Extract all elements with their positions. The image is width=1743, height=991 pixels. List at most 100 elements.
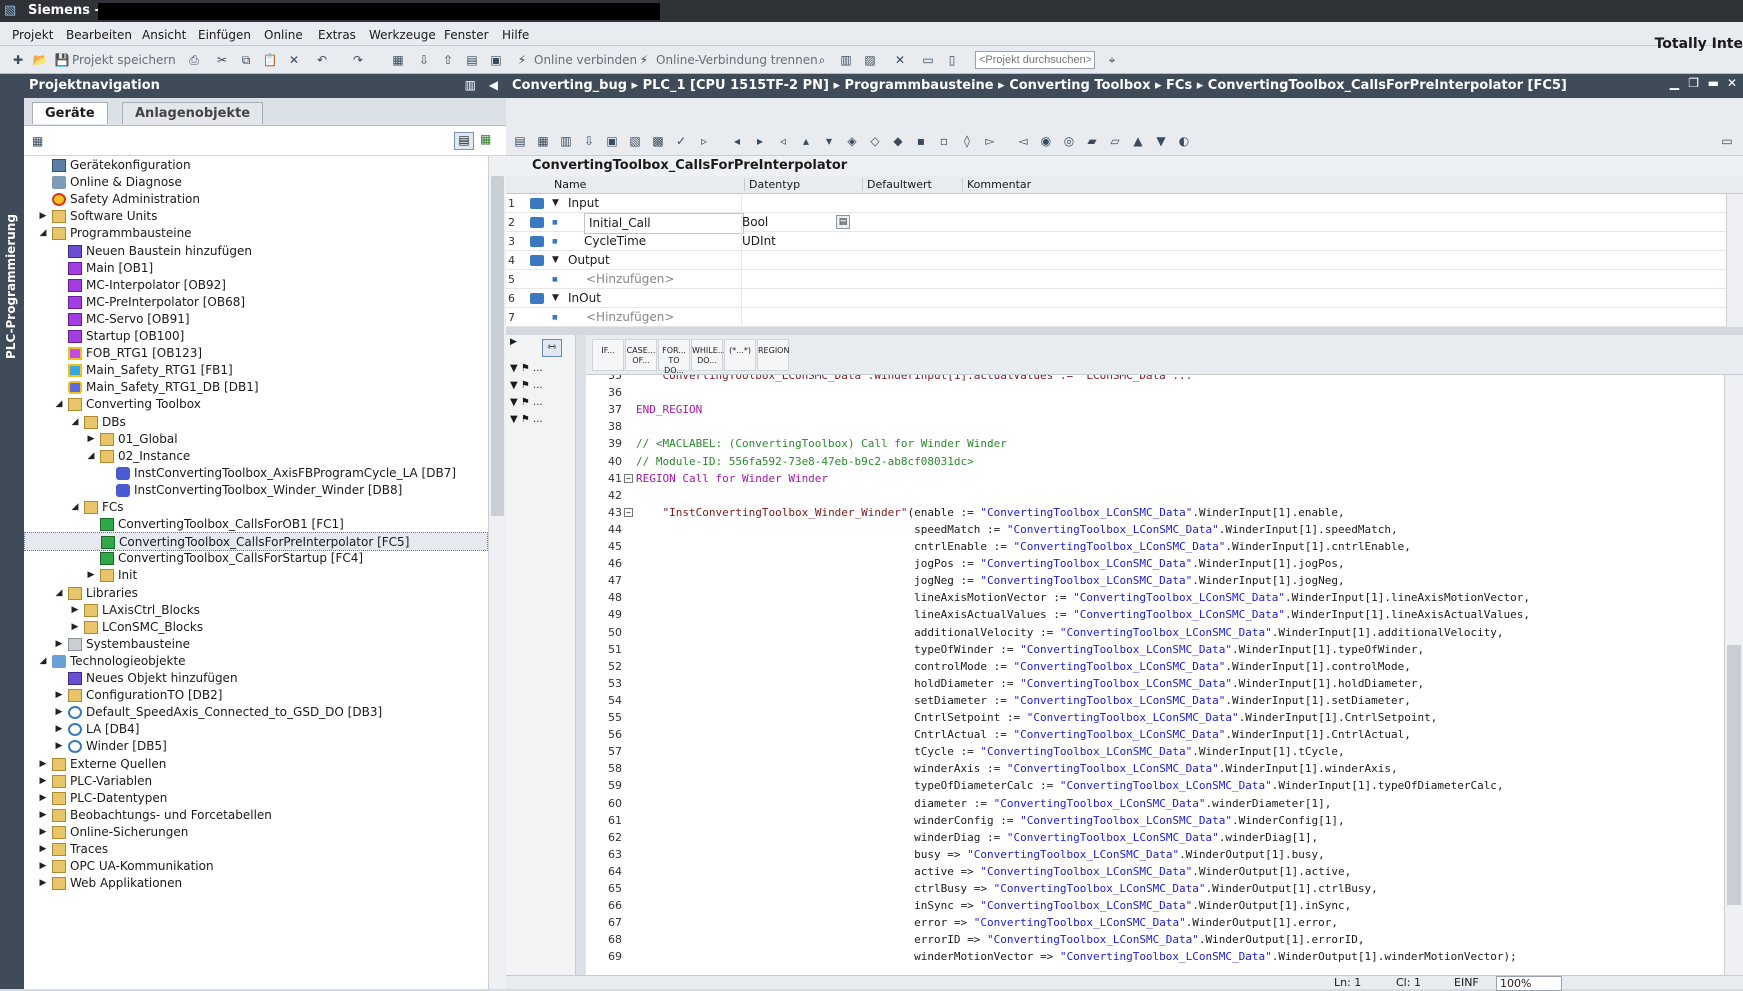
code-line[interactable]: 35 ConvertingToolbox_LConSMC_Data".Winde… xyxy=(586,375,1724,384)
code-line[interactable]: 46 jogPos := "ConvertingToolbox_LConSMC_… xyxy=(586,555,1724,572)
code-line[interactable]: 51 typeOfWinder := "ConvertingToolbox_LC… xyxy=(586,641,1724,658)
code-line[interactable]: 50 additionalVelocity := "ConvertingTool… xyxy=(586,624,1724,641)
collapse-panel-icon[interactable]: ◀ xyxy=(489,78,498,92)
sync-overview-icon[interactable]: ⇿ xyxy=(542,339,562,357)
split-vertical-icon[interactable]: ▯ xyxy=(944,52,960,68)
menu-item-projekt[interactable]: Projekt xyxy=(12,28,53,42)
menu-item-einf-gen[interactable]: Einfügen xyxy=(198,28,251,42)
region-node[interactable]: ▼ ⚑ ... xyxy=(510,397,543,408)
snapshot-icon[interactable]: ▼ xyxy=(1153,133,1169,149)
menu-item-extras[interactable]: Extras xyxy=(318,28,356,42)
code-line[interactable]: 44 speedMatch := "ConvertingToolbox_LCon… xyxy=(586,521,1724,538)
display-options-icon[interactable]: ▱ xyxy=(1107,133,1123,149)
param-datatype[interactable]: UDInt xyxy=(742,232,776,251)
code-scroll-thumb[interactable] xyxy=(1727,645,1741,905)
code-line[interactable]: 66 inSync => "ConvertingToolbox_LConSMC_… xyxy=(586,897,1724,914)
expander-icon[interactable]: ▼ xyxy=(552,289,559,308)
code-line[interactable]: 36 xyxy=(586,384,1724,401)
detail-view-icon[interactable]: ▤ xyxy=(454,132,474,150)
bookmark-next-icon[interactable]: ◅ xyxy=(1015,133,1031,149)
format-icon[interactable]: ▴ xyxy=(798,133,814,149)
code-line[interactable]: 56 CntrlActual := "ConvertingToolbox_LCo… xyxy=(586,726,1724,743)
close-editor-icon[interactable]: ✕ xyxy=(1727,76,1737,90)
param-name[interactable]: Input xyxy=(568,194,599,213)
step-into-icon[interactable]: ▫ xyxy=(936,133,952,149)
code-line[interactable]: 53 holdDiameter := "ConvertingToolbox_LC… xyxy=(586,675,1724,692)
paste-icon[interactable]: 📋 xyxy=(262,52,278,68)
check-syntax-icon[interactable]: ▾ xyxy=(821,133,837,149)
tree-expander-icon[interactable]: ▶ xyxy=(38,874,48,893)
param-name[interactable]: CycleTime xyxy=(584,232,646,251)
go-to-icon[interactable]: ▰ xyxy=(1084,133,1100,149)
comment-icon[interactable]: ◆ xyxy=(890,133,906,149)
snippet-button[interactable]: CASE... OF... xyxy=(625,339,657,371)
start-simulation-icon[interactable]: ▣ xyxy=(488,52,504,68)
watch-icon[interactable]: ◃ xyxy=(775,133,791,149)
device-view-icon[interactable]: ▦ xyxy=(32,134,43,148)
code-line[interactable]: 65 ctrlBusy => "ConvertingToolbox_LConSM… xyxy=(586,880,1724,897)
breakpoint-set-icon[interactable]: ◂ xyxy=(729,133,745,149)
online-connect-button[interactable]: Online verbinden xyxy=(534,53,637,67)
accessible-devices-icon[interactable]: ⌕ xyxy=(814,52,830,68)
monitor-on-icon[interactable]: ▹ xyxy=(696,133,712,149)
datatype-picker-icon[interactable]: ▤ xyxy=(836,215,850,229)
project-search-input[interactable] xyxy=(975,51,1095,69)
interface-scrollbar[interactable] xyxy=(1726,194,1743,327)
monitor-icon[interactable]: ▨ xyxy=(862,52,878,68)
snippet-button[interactable]: REGION xyxy=(757,339,789,371)
param-name[interactable]: Initial_Call xyxy=(584,213,744,234)
breadcrumb-path[interactable]: Converting_bug ▸ PLC_1 [CPU 1515TF-2 PN]… xyxy=(512,78,1567,93)
split-horizontal-icon[interactable]: ▭ xyxy=(920,52,936,68)
pin-icon[interactable]: ▥ xyxy=(465,78,476,92)
code-line[interactable]: 58 winderAxis := "ConvertingToolbox_LCon… xyxy=(586,760,1724,777)
code-line[interactable]: 43 "InstConvertingToolbox_Winder_Winder"… xyxy=(586,504,1724,521)
outdent-icon[interactable]: ◈ xyxy=(844,133,860,149)
menu-item-bearbeiten[interactable]: Bearbeiten xyxy=(66,28,132,42)
code-line[interactable]: 59 typeOfDiameterCalc := "ConvertingTool… xyxy=(586,777,1724,794)
col-datatype[interactable]: Datentyp xyxy=(744,178,800,191)
snippet-button[interactable]: FOR... TO DO... xyxy=(658,339,690,375)
snippet-button[interactable]: IF... xyxy=(592,339,624,371)
param-datatype[interactable]: Bool xyxy=(742,213,768,232)
scl-code-editor[interactable]: 35 ConvertingToolbox_LConSMC_Data".Winde… xyxy=(586,375,1724,975)
code-line[interactable]: 69 winderMotionVector => "ConvertingTool… xyxy=(586,948,1724,965)
online-disconnect-icon[interactable]: ⚡ xyxy=(636,52,652,68)
fold-toggle-icon[interactable]: − xyxy=(624,473,633,483)
settings-icon[interactable]: ◐ xyxy=(1176,133,1192,149)
code-line[interactable]: 42 xyxy=(586,487,1724,504)
overview-divider[interactable] xyxy=(576,335,586,975)
interface-row[interactable]: 2 ■ Initial_Call Bool ▤ xyxy=(506,213,1726,234)
save-project-icon[interactable]: 💾 xyxy=(54,52,70,68)
param-name[interactable]: InOut xyxy=(568,289,601,308)
tab-plant-objects[interactable]: Anlagenobjekte xyxy=(122,102,264,124)
menu-item-fenster[interactable]: Fenster xyxy=(444,28,489,42)
code-line[interactable]: 47 jogNeg := "ConvertingToolbox_LConSMC_… xyxy=(586,572,1724,589)
interface-row[interactable]: 7 ■ <Hinzufügen> xyxy=(506,308,1726,327)
code-scrollbar[interactable] xyxy=(1724,375,1743,975)
region-node[interactable]: ▼ ⚑ ... xyxy=(510,380,543,391)
interface-row[interactable]: 5 ■ <Hinzufügen> xyxy=(506,270,1726,289)
close-all-icon[interactable]: ✕ xyxy=(892,52,908,68)
code-line[interactable]: 57 tCycle := "ConvertingToolbox_LConSMC_… xyxy=(586,743,1724,760)
bookmark-toggle-icon[interactable]: ◎ xyxy=(1061,133,1077,149)
menu-item-hilfe[interactable]: Hilfe xyxy=(502,28,529,42)
tree-scroll-thumb[interactable] xyxy=(491,176,504,516)
menu-item-werkzeuge[interactable]: Werkzeuge xyxy=(369,28,436,42)
col-default[interactable]: Defaultwert xyxy=(862,178,932,191)
param-name[interactable]: <Hinzufügen> xyxy=(586,270,674,289)
online-disconnect-button[interactable]: Online-Verbindung trennen xyxy=(656,53,818,67)
code-line[interactable]: 39 // <MACLABEL: (ConvertingToolbox) Call… xyxy=(586,435,1724,452)
indent-icon[interactable]: ◇ xyxy=(867,133,883,149)
code-line[interactable]: 55 CntrlSetpoint := "ConvertingToolbox_L… xyxy=(586,709,1724,726)
online-connect-icon[interactable]: ⚡ xyxy=(514,52,530,68)
menu-item-online[interactable]: Online xyxy=(264,28,303,42)
minimize-icon[interactable]: ▁ xyxy=(1670,76,1679,90)
expander-icon[interactable]: ▼ xyxy=(552,194,559,213)
delete-icon[interactable]: ✕ xyxy=(286,52,302,68)
insert-row-icon[interactable]: ⇩ xyxy=(581,133,597,149)
col-name[interactable]: Name xyxy=(554,178,586,191)
snippet-button[interactable]: (*...*) xyxy=(724,339,756,371)
param-name[interactable]: Output xyxy=(568,251,610,270)
interface-row[interactable]: 6 ▼ InOut xyxy=(506,289,1726,308)
code-line[interactable]: 68 errorID => "ConvertingToolbox_LConSMC… xyxy=(586,931,1724,948)
